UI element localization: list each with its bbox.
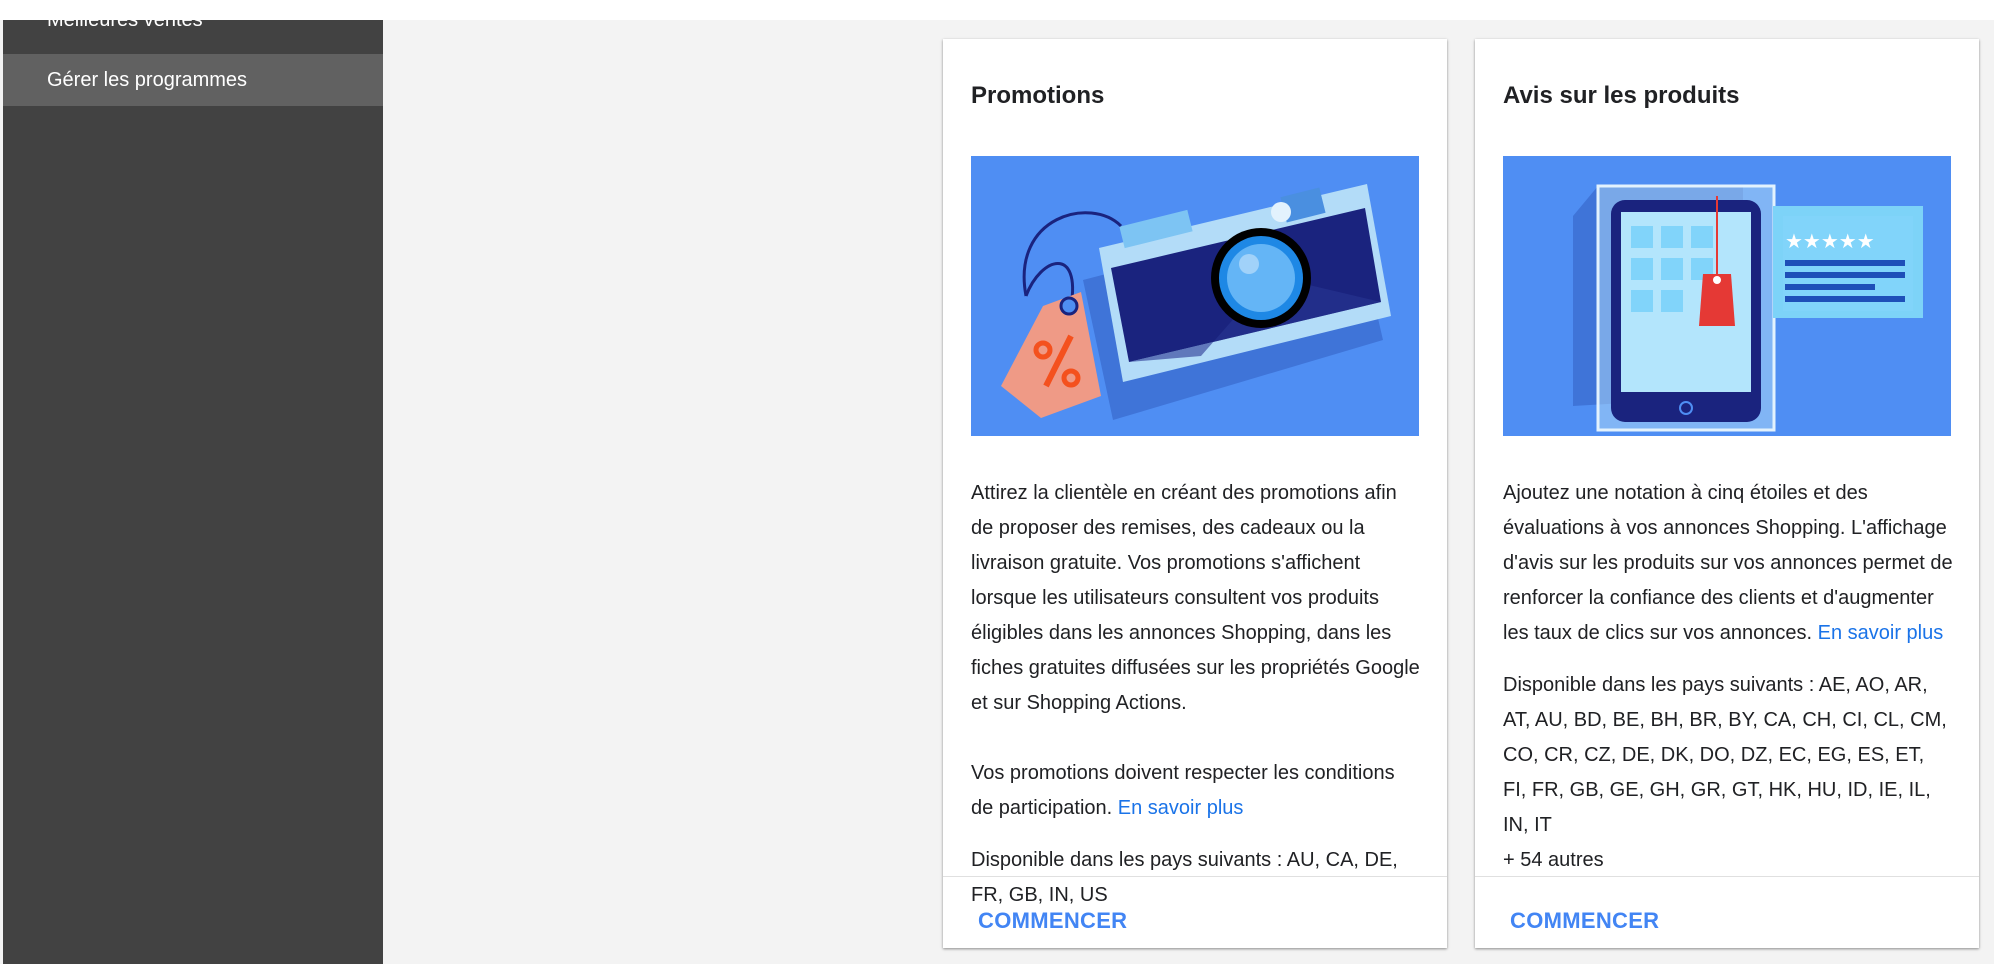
app-root: Meilleures ventes Gérer les programmes P… [0,9,1994,964]
more-countries-text: + 54 autres [1503,849,1604,871]
card-title: Promotions [971,82,1105,109]
camera-price-tag-illustration [971,156,1419,436]
sidebar-item-gerer-les-programmes[interactable]: Gérer les programmes [3,54,383,106]
tablet-star-rating-illustration: ★★★★★ [1503,156,1951,436]
start-button[interactable]: COMMENCER [1510,907,1659,935]
start-button[interactable]: COMMENCER [978,907,1127,935]
card-description: Attirez la clientèle en créant des promo… [971,476,1421,913]
reviews-description-paragraph: Ajoutez une notation à cinq étoiles et d… [1503,476,1953,651]
sidebar-item-meilleures-ventes[interactable]: Meilleures ventes [3,0,383,46]
card-footer: COMMENCER [943,876,1447,948]
availability-text: Disponible dans les pays suivants : AE, … [1503,674,1947,836]
promotions-description: Attirez la clientèle en créant des promo… [971,482,1420,714]
card-footer: COMMENCER [1475,876,1979,948]
product-reviews-card: Avis sur les produits ★★★★★ Ajoutez une … [1475,39,1979,948]
card-description: Ajoutez une notation à cinq étoiles et d… [1503,476,1953,878]
card-title: Avis sur les produits [1503,82,1740,109]
reviews-description: Ajoutez une notation à cinq étoiles et d… [1503,482,1953,644]
learn-more-link[interactable]: En savoir plus [1118,797,1244,819]
svg-text:★★★★★: ★★★★★ [1785,229,1875,253]
eligibility-paragraph: Vos promotions doivent respecter les con… [971,756,1421,826]
star-rating: ★★★★★ [1785,229,1875,253]
sidebar: Meilleures ventes Gérer les programmes [3,9,383,964]
promotions-card: Promotions Attirez la clientèle en créan… [943,39,1447,948]
learn-more-link[interactable]: En savoir plus [1818,622,1944,644]
